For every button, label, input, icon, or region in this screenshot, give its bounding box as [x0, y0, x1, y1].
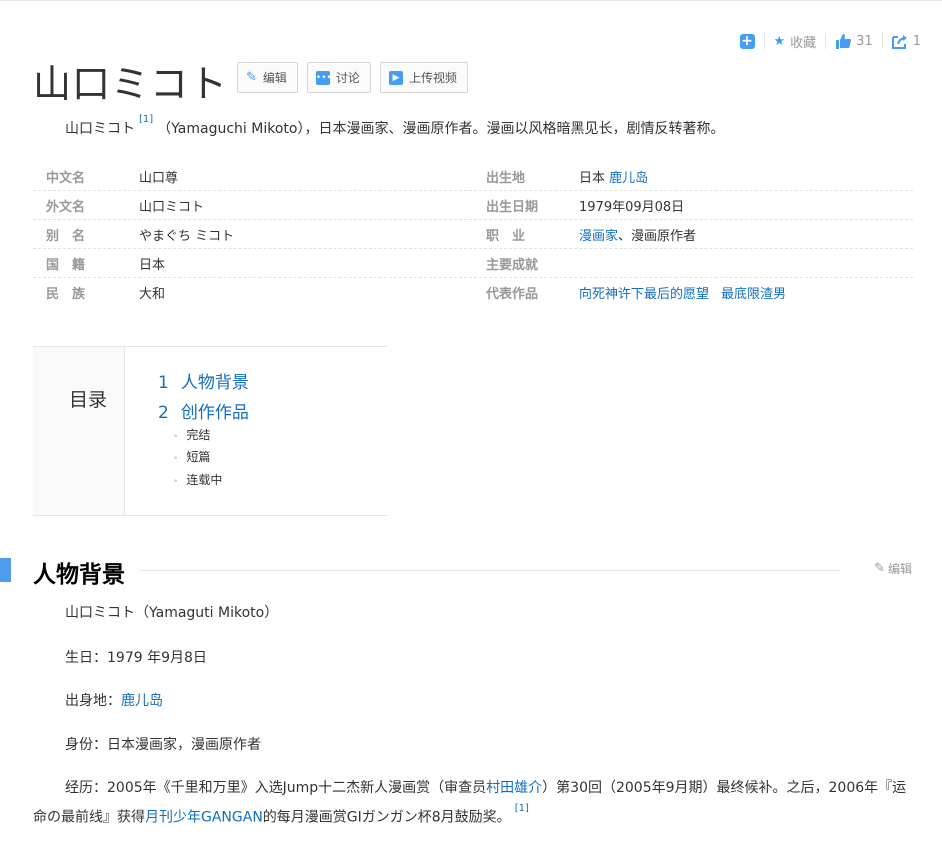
- info-value: やまぐち ミコト: [139, 228, 235, 244]
- info-value: 1979年09月08日: [579, 199, 685, 215]
- upload-video-button[interactable]: ▶ 上传视频: [379, 62, 468, 93]
- content-line: 生日：1979 年9月8日: [65, 650, 207, 666]
- section-edit-label: 编辑: [887, 562, 912, 576]
- info-value: 山口尊: [139, 170, 179, 186]
- play-icon: ▶: [388, 70, 403, 85]
- info-value: 大和: [139, 287, 166, 302]
- pencil-icon: ✎: [246, 70, 257, 85]
- thumbs-up-icon: [836, 33, 852, 49]
- edit-label: 编辑: [262, 71, 287, 85]
- info-key: 中文名: [46, 170, 86, 186]
- info-value: 日本: [139, 257, 166, 273]
- birthplace-link[interactable]: 鹿儿岛: [609, 171, 648, 186]
- reference-link[interactable]: [1]: [515, 803, 529, 814]
- plus-icon: +: [739, 32, 755, 49]
- occupation-rest: 、漫画原作者: [618, 228, 697, 244]
- occupation-link[interactable]: 漫画家: [579, 229, 618, 244]
- content-line: 出身地：鹿儿岛: [65, 690, 163, 710]
- info-key: 出生日期: [486, 199, 539, 215]
- chat-icon: •••: [315, 70, 332, 85]
- toc-title: 目录: [69, 389, 108, 411]
- add-button[interactable]: +: [731, 33, 764, 49]
- table-of-contents: 目录 1 人物背景 2 创作作品 完结 短篇 连载中: [33, 346, 387, 516]
- section-divider: [140, 570, 840, 571]
- basic-info-table: 中文名 山口尊 出生地 日本 鹿儿岛 外文名 山口ミコト 出生日期 1979年0…: [33, 162, 913, 307]
- summary-ref[interactable]: [1]: [139, 114, 153, 125]
- toc-item-label: 创作作品: [180, 403, 249, 423]
- discuss-button[interactable]: ••• 讨论: [306, 62, 371, 93]
- magazine-link[interactable]: 月刊少年GANGAN: [145, 810, 263, 826]
- info-key: 民 族: [46, 287, 86, 302]
- title-buttons: ✎ 编辑 ••• 讨论 ▶ 上传视频: [237, 62, 468, 93]
- like-count: 31: [856, 33, 873, 49]
- paragraph-text: 经历：2005年《千里和万里》入选Jump十二杰新人漫画赏（审查员: [65, 780, 487, 796]
- toc-item[interactable]: 2 创作作品: [158, 398, 249, 423]
- info-key: 国 籍: [46, 257, 86, 273]
- info-row: 别 名 やまぐち ミコト 职 业 漫画家、漫画原作者: [33, 220, 913, 249]
- collect-label: 收藏: [790, 35, 817, 51]
- birthplace-prefix: 日本: [579, 170, 606, 186]
- star-icon: ★: [773, 33, 786, 49]
- summary-name: 山口ミコト: [65, 121, 135, 137]
- page-title: 山口ミコト: [33, 62, 229, 106]
- toc-subitem[interactable]: 连载中: [173, 471, 222, 488]
- share-button[interactable]: 1: [881, 33, 930, 49]
- work-link[interactable]: 向死神许下最后的愿望: [579, 287, 709, 302]
- content-line: 身份：日本漫画家，漫画原作者: [65, 737, 261, 753]
- share-count: 1: [912, 33, 921, 49]
- toc-subitem[interactable]: 短篇: [173, 448, 210, 465]
- summary: 山口ミコト [1] （Yamaguchi Mikoto），日本漫画家、漫画原作者。漫…: [65, 114, 725, 138]
- birthplace-link[interactable]: 鹿儿岛: [121, 693, 163, 709]
- summary-text: （Yamaguchi Mikoto），日本漫画家、漫画原作者。漫画以风格暗黑见长…: [157, 121, 725, 137]
- top-actions: + ★ 收藏 31 1: [731, 33, 931, 51]
- info-row: 中文名 山口尊 出生地 日本 鹿儿岛: [33, 162, 913, 191]
- toc-item[interactable]: 1 人物背景: [158, 368, 249, 393]
- toc-sidebar: [33, 347, 125, 515]
- info-key: 代表作品: [486, 287, 539, 302]
- birthplace-label: 出身地：: [65, 693, 121, 709]
- info-row: 国 籍 日本 主要成就: [33, 249, 913, 278]
- toc-item-number: 2: [158, 403, 169, 423]
- info-value: 漫画家、漫画原作者: [579, 225, 696, 244]
- section-edit-button[interactable]: ✎ 编辑: [874, 560, 912, 577]
- info-key: 职 业: [486, 228, 526, 244]
- share-icon: [891, 34, 907, 49]
- section-title: 人物背景: [33, 562, 125, 588]
- info-key: 别 名: [46, 228, 86, 244]
- upload-video-label: 上传视频: [408, 71, 457, 85]
- paragraph-text: 的每月漫画赏GIガンガン杯8月鼓励奖。: [262, 809, 511, 826]
- toc-item-label: 人物背景: [180, 373, 249, 393]
- section-marker: [0, 558, 11, 582]
- pencil-icon: ✎: [874, 561, 885, 576]
- toc-item-number: 1: [158, 373, 169, 393]
- info-value: 日本 鹿儿岛: [579, 167, 660, 186]
- toc-subitem[interactable]: 完结: [173, 426, 210, 443]
- person-link[interactable]: 村田雄介: [486, 780, 542, 796]
- content-paragraph: 经历：2005年《千里和万里》入选Jump十二杰新人漫画赏（审查员村田雄介）第3…: [33, 775, 913, 831]
- work-link[interactable]: 最底限渣男: [721, 287, 786, 302]
- info-key: 主要成就: [486, 257, 539, 273]
- info-row: 外文名 山口ミコト 出生日期 1979年09月08日: [33, 191, 913, 220]
- like-button[interactable]: 31: [825, 33, 882, 49]
- info-key: 外文名: [46, 199, 86, 215]
- edit-button[interactable]: ✎ 编辑: [237, 62, 298, 93]
- collect-button[interactable]: ★ 收藏: [763, 33, 826, 51]
- discuss-label: 讨论: [335, 71, 360, 85]
- info-value: 向死神许下最后的愿望 最底限渣男: [579, 283, 798, 302]
- info-key: 出生地: [486, 170, 526, 186]
- info-row: 民 族 大和 代表作品 向死神许下最后的愿望 最底限渣男: [33, 278, 913, 307]
- content-line: 山口ミコト（Yamaguti Mikoto）: [65, 605, 279, 621]
- info-value: 山口ミコト: [139, 199, 205, 215]
